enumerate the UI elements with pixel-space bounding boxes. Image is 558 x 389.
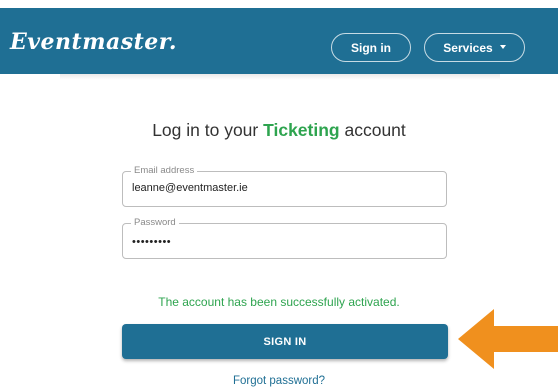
arrow-left-icon [458,309,558,369]
nav-signin-button[interactable]: Sign in [331,33,411,62]
nav-signin-label: Sign in [351,40,391,55]
services-label: Services [443,40,493,55]
title-accent: Ticketing [263,120,340,140]
brand-logo[interactable]: Eventmaster. [10,29,177,55]
email-field-label: Email address [131,165,198,176]
email-field[interactable]: Email address leanne@eventmaster.ie [122,165,447,207]
success-message: The account has been successfully activa… [158,295,400,309]
navbar: Eventmaster. Sign in Services [0,8,558,74]
title-prefix: Log in to your [152,120,264,140]
chevron-down-icon [499,44,506,49]
password-field[interactable]: Password ••••••••• [122,217,447,259]
services-dropdown-button[interactable]: Services [424,33,525,62]
password-field-label: Password [131,217,179,228]
title-suffix: account [339,120,406,140]
panel-shadow [60,74,500,80]
sign-in-button[interactable]: SIGN IN [122,324,448,359]
top-strip [64,0,492,8]
sign-in-button-label: SIGN IN [263,335,307,348]
email-field-value[interactable]: leanne@eventmaster.ie [132,182,248,194]
forgot-password-link[interactable]: Forgot password? [0,375,558,387]
login-page: Eventmaster. Sign in Services Log in to … [0,0,558,389]
page-title: Log in to your Ticketing account [0,120,558,141]
password-field-value[interactable]: ••••••••• [132,236,171,248]
